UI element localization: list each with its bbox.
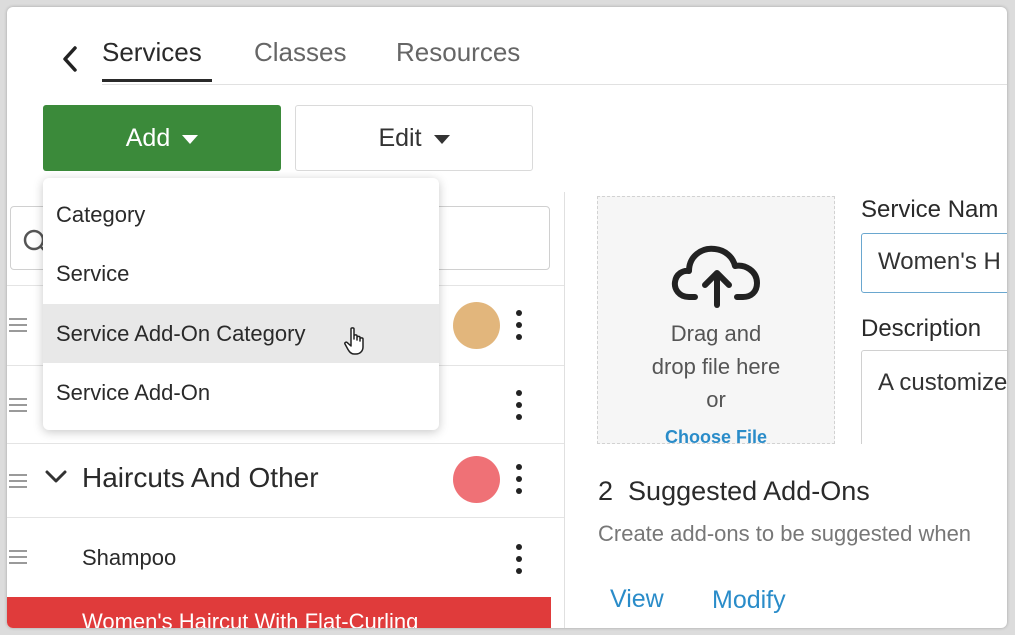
more-options-icon[interactable] xyxy=(512,464,526,494)
tab-resources[interactable]: Resources xyxy=(396,37,520,68)
active-tab-indicator xyxy=(102,79,212,82)
upload-instructions: Drag and drop file here or xyxy=(651,321,781,412)
modify-link[interactable]: Modify xyxy=(712,586,786,615)
edit-button[interactable]: Edit xyxy=(295,105,533,171)
service-name-field[interactable]: Women's H xyxy=(861,233,1007,293)
addons-description: Create add-ons to be suggested when xyxy=(598,521,972,546)
service-name-label: Service Nam xyxy=(861,196,999,223)
back-chevron-icon[interactable] xyxy=(57,43,83,75)
service-label: Shampoo xyxy=(82,545,177,570)
cloud-upload-icon xyxy=(671,237,763,309)
add-button-label: Add xyxy=(125,123,171,152)
addons-title: Suggested Add-Ons xyxy=(628,476,870,506)
chevron-down-icon[interactable] xyxy=(45,470,67,489)
addons-count: 2 xyxy=(598,476,614,506)
drag-handle-icon[interactable] xyxy=(9,398,27,412)
category-color-dot xyxy=(453,456,500,503)
suggested-addons-heading: 2 Suggested Add-Ons xyxy=(598,476,870,507)
section-gap xyxy=(565,444,1007,464)
drag-handle-icon[interactable] xyxy=(9,318,27,332)
more-options-icon[interactable] xyxy=(512,544,526,574)
add-button[interactable]: Add xyxy=(43,105,281,171)
hand-pointer-icon xyxy=(343,326,367,356)
selected-service-label: Women's Haircut With Flat-Curling xyxy=(82,609,419,628)
tab-services[interactable]: Services xyxy=(102,37,202,68)
tab-classes[interactable]: Classes xyxy=(254,37,346,68)
menu-item-service[interactable]: Service xyxy=(43,244,439,303)
menu-item-service-add-on-category[interactable]: Service Add-On Category xyxy=(43,304,439,363)
description-label: Description xyxy=(861,315,982,342)
caret-down-icon xyxy=(182,134,199,144)
drag-handle-icon[interactable] xyxy=(9,550,27,564)
tabs-divider xyxy=(102,84,1007,85)
category-row[interactable]: Haircuts And Other xyxy=(7,443,564,518)
caret-down-icon xyxy=(433,134,450,144)
app-window: Services Classes Resources Add Edit Hair… xyxy=(7,7,1007,628)
menu-item-service-add-on[interactable]: Service Add-On xyxy=(43,363,439,422)
view-link[interactable]: View xyxy=(610,585,664,614)
service-row[interactable]: Shampoo xyxy=(7,517,564,598)
drag-handle-icon[interactable] xyxy=(9,474,27,488)
add-dropdown-menu: Category Service Service Add-On Category… xyxy=(43,178,439,430)
category-color-dot xyxy=(453,302,500,349)
more-options-icon[interactable] xyxy=(512,390,526,420)
more-options-icon[interactable] xyxy=(512,310,526,340)
category-label: Haircuts And Other xyxy=(82,462,319,493)
edit-button-label: Edit xyxy=(378,123,422,152)
menu-item-category[interactable]: Category xyxy=(43,185,439,244)
